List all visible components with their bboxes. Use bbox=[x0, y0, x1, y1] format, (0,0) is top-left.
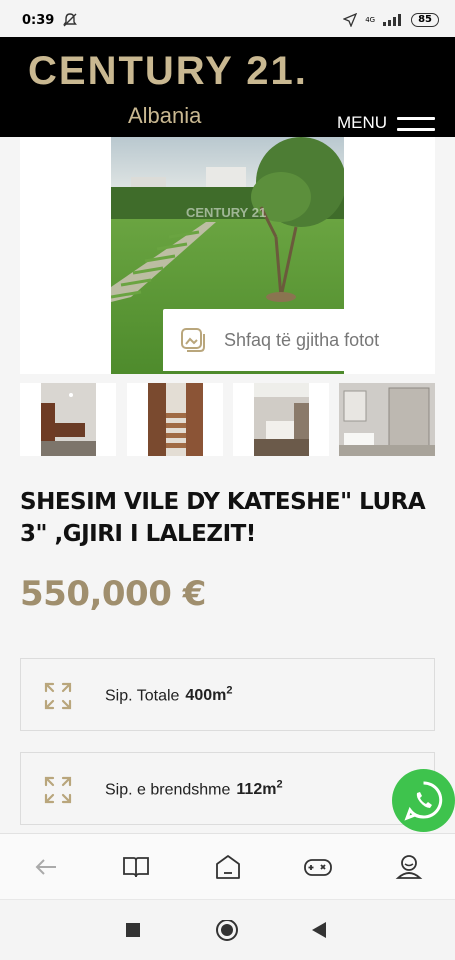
browser-bottom-nav bbox=[0, 833, 455, 899]
back-triangle-icon[interactable] bbox=[310, 920, 328, 940]
spec-interior-area: Sip. e brendshme 112m2 bbox=[20, 752, 435, 825]
thumbnail-1[interactable] bbox=[20, 383, 116, 456]
show-all-photos-label: Shfaq të gjitha fotot bbox=[224, 329, 380, 350]
listing-price: 550,000 € bbox=[20, 574, 206, 614]
book-icon[interactable] bbox=[121, 852, 151, 882]
spec-unit-superscript: 2 bbox=[226, 685, 233, 697]
thumbnail-2[interactable] bbox=[127, 383, 223, 456]
home-icon[interactable] bbox=[213, 852, 243, 882]
thumbnail-4[interactable] bbox=[339, 383, 435, 456]
spec-value: 400m bbox=[185, 687, 227, 705]
gallery-icon bbox=[181, 328, 205, 352]
status-time: 0:39 bbox=[22, 12, 55, 28]
spec-label: Sip. e brendshme bbox=[105, 781, 231, 799]
signal-icon bbox=[383, 14, 402, 26]
hamburger-icon[interactable] bbox=[397, 117, 435, 131]
listing-title: SHESIM VILE DY KATESHE" LURA 3" ,GJIRI I… bbox=[20, 489, 426, 547]
status-bar: 0:39 4G 85 bbox=[0, 0, 455, 40]
site-header: CENTURY 21. Albania MENU bbox=[0, 37, 455, 137]
menu-button[interactable]: MENU bbox=[337, 113, 387, 133]
back-arrow-icon[interactable] bbox=[31, 852, 61, 882]
whatsapp-button[interactable] bbox=[392, 769, 455, 832]
location-arrow-icon bbox=[343, 13, 358, 27]
network-type: 4G bbox=[365, 15, 376, 24]
thumbnail-strip bbox=[20, 383, 435, 456]
notifications-off-icon bbox=[63, 13, 78, 27]
expand-arrows-icon bbox=[44, 776, 72, 804]
spec-value: 112m bbox=[236, 781, 277, 799]
profile-icon[interactable] bbox=[394, 852, 424, 882]
spec-total-area: Sip. Totale 400m2 bbox=[20, 658, 435, 731]
system-nav-bar bbox=[0, 899, 455, 960]
whatsapp-icon bbox=[404, 781, 443, 821]
thumbnail-3[interactable] bbox=[233, 383, 329, 456]
battery-indicator: 85 bbox=[411, 13, 439, 27]
home-circle-icon[interactable] bbox=[215, 920, 239, 944]
show-all-photos-button[interactable]: Shfaq të gjitha fotot bbox=[163, 309, 435, 371]
spec-unit-superscript: 2 bbox=[276, 779, 283, 791]
gamepad-icon[interactable] bbox=[303, 852, 333, 882]
recents-square-icon[interactable] bbox=[125, 920, 141, 940]
brand-region: Albania bbox=[128, 103, 202, 128]
spec-label: Sip. Totale bbox=[105, 687, 180, 705]
brand-logo[interactable]: CENTURY 21. bbox=[28, 49, 308, 94]
photo-watermark: CENTURY 21 bbox=[186, 205, 266, 220]
expand-arrows-icon bbox=[44, 682, 72, 710]
